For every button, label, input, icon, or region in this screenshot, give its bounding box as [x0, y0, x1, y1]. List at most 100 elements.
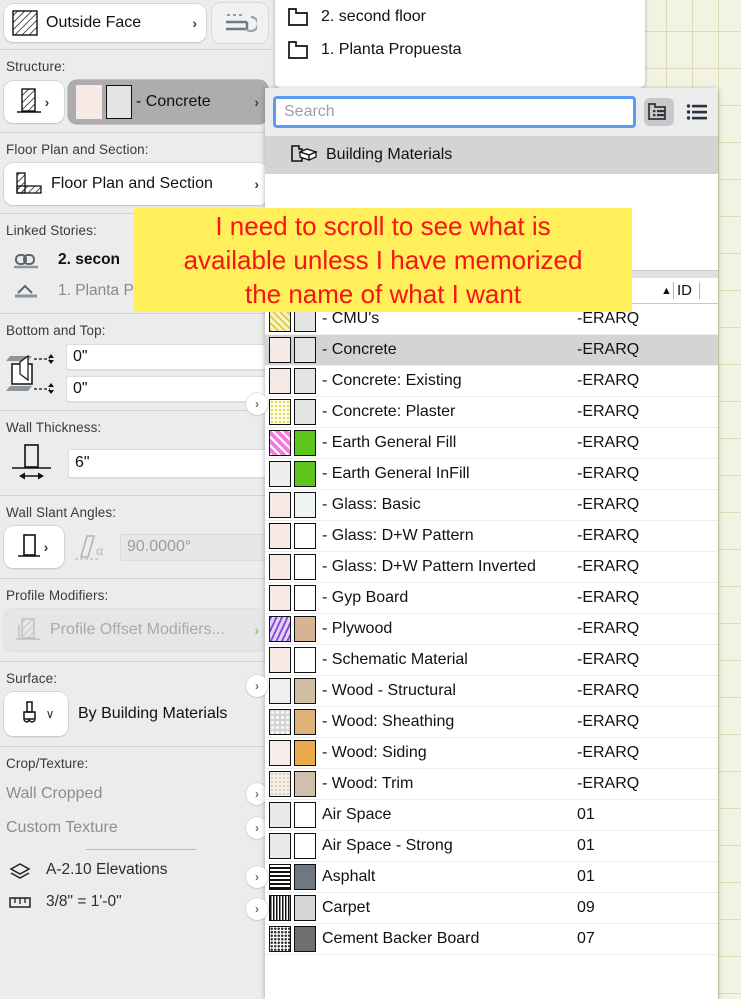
- bottom-top-expand-chevron[interactable]: ›: [246, 393, 268, 415]
- list-view-button[interactable]: [682, 98, 712, 126]
- material-row[interactable]: - Wood: Sheathing -ERARQ: [265, 707, 718, 738]
- material-id: -ERARQ: [577, 434, 640, 451]
- materials-list[interactable]: - CMU's -ERARQ - Concrete -ERARQ - Concrete:…: [265, 304, 718, 999]
- cut-fill-swatch: [269, 709, 291, 735]
- material-name: - Glass: Basic: [322, 496, 421, 513]
- wall-thickness-group-label: Wall Thickness:: [6, 420, 102, 435]
- home-story-icon: [15, 284, 37, 297]
- building-materials-folder-label: Building Materials: [326, 146, 453, 163]
- wall-slant-angle-input[interactable]: 90.0000°: [120, 533, 268, 561]
- surface-type-button[interactable]: ∨: [4, 692, 68, 736]
- chevron-down-icon: ∨: [45, 707, 55, 721]
- material-row[interactable]: - Glass: D+W Pattern -ERARQ: [265, 521, 718, 552]
- material-swatches: [265, 864, 316, 890]
- profile-modifier-expand-chevron[interactable]: ›: [246, 675, 268, 697]
- material-id: -ERARQ: [577, 744, 640, 761]
- floor-plan-section-icon: [16, 172, 42, 194]
- chevron-right-icon: ›: [44, 94, 50, 110]
- material-id: -ERARQ: [577, 372, 640, 389]
- material-row[interactable]: Air Space - Strong 01: [265, 831, 718, 862]
- cut-fill-swatch: [269, 647, 291, 673]
- material-row[interactable]: - Earth General InFill -ERARQ: [265, 459, 718, 490]
- material-row[interactable]: - Schematic Material -ERARQ: [265, 645, 718, 676]
- flip-wall-icon: [226, 14, 257, 33]
- material-row[interactable]: Air Space 01: [265, 800, 718, 831]
- surface-swatch: [294, 337, 316, 363]
- cut-fill-swatch: [269, 895, 291, 921]
- material-row[interactable]: - Wood: Trim -ERARQ: [265, 769, 718, 800]
- material-id: 09: [577, 899, 595, 916]
- material-id: -ERARQ: [577, 465, 640, 482]
- surface-swatch: [294, 771, 316, 797]
- material-row[interactable]: - Concrete: Plaster -ERARQ: [265, 397, 718, 428]
- structure-selected-button[interactable]: - Concrete ›: [68, 80, 268, 124]
- search-placeholder: Search: [284, 103, 335, 120]
- wall-slant-type-button[interactable]: ›: [4, 526, 64, 568]
- outside-face-button[interactable]: Outside Face ›: [4, 4, 206, 42]
- custom-texture-expand-chevron[interactable]: ›: [246, 898, 268, 920]
- material-swatches: [265, 647, 316, 673]
- material-id: 01: [577, 806, 595, 823]
- building-materials-folder-row[interactable]: Building Materials: [265, 136, 718, 174]
- material-swatches: [265, 802, 316, 828]
- layer-row[interactable]: A-2.10 Elevations ›: [0, 854, 272, 886]
- material-row[interactable]: - Wood: Siding -ERARQ: [265, 738, 718, 769]
- wall-cropped-expand-chevron[interactable]: ›: [246, 866, 268, 888]
- wall-cropped-row[interactable]: Wall Cropped ›: [0, 777, 272, 811]
- story-popup-item-1[interactable]: 1. Planta Propuesta: [275, 33, 645, 66]
- material-row[interactable]: Cement Backer Board 07: [265, 924, 718, 955]
- profile-offset-modifiers-button[interactable]: Profile Offset Modifiers... ›: [4, 609, 268, 651]
- surface-row: ∨ By Building Materials: [0, 692, 272, 746]
- material-row[interactable]: - Glass: D+W Pattern Inverted -ERARQ: [265, 552, 718, 583]
- cut-fill-swatch: [76, 85, 102, 119]
- app-root: Outside Face › Structure: › - Concrete ›…: [0, 0, 741, 999]
- tree-view-icon: [648, 103, 666, 120]
- material-row[interactable]: - Glass: Basic -ERARQ: [265, 490, 718, 521]
- tree-view-button[interactable]: [644, 98, 674, 126]
- search-input[interactable]: Search: [273, 96, 636, 128]
- wall-thickness-input[interactable]: 6": [68, 448, 268, 478]
- material-swatches: [265, 430, 316, 456]
- material-swatches: [265, 895, 316, 921]
- story-popup-label: 2. second floor: [321, 7, 426, 25]
- material-row[interactable]: - Concrete: Existing -ERARQ: [265, 366, 718, 397]
- material-id: -ERARQ: [577, 620, 640, 637]
- column-header-id[interactable]: ID: [677, 282, 692, 299]
- story-folder-icon: [288, 7, 308, 26]
- material-name: Air Space: [322, 806, 392, 823]
- material-swatches: [265, 337, 316, 363]
- bottom-offset-input[interactable]: 0": [66, 344, 268, 370]
- cut-fill-swatch: [269, 554, 291, 580]
- top-offset-input[interactable]: 0": [66, 376, 268, 402]
- scale-row[interactable]: 3/8" = 1'-0" ›: [0, 886, 272, 918]
- material-id: 01: [577, 868, 595, 885]
- material-row[interactable]: Asphalt 01: [265, 862, 718, 893]
- layer-label: A-2.10 Elevations: [46, 861, 168, 878]
- surface-swatch: [106, 85, 132, 119]
- material-row[interactable]: - Wood - Structural -ERARQ: [265, 676, 718, 707]
- material-row[interactable]: - Earth General Fill -ERARQ: [265, 428, 718, 459]
- material-name: - Plywood: [322, 620, 393, 637]
- crop-texture-group-label: Crop/Texture:: [6, 756, 89, 771]
- custom-texture-row[interactable]: Custom Texture ›: [0, 811, 272, 845]
- svg-text:α: α: [96, 544, 104, 559]
- material-row[interactable]: - Gyp Board -ERARQ: [265, 583, 718, 614]
- material-swatches: [265, 926, 316, 952]
- cut-fill-swatch: [269, 802, 291, 828]
- story-popup-item-2[interactable]: 2. second floor: [275, 0, 645, 33]
- cut-fill-swatch: [269, 864, 291, 890]
- surface-swatch: [294, 554, 316, 580]
- cut-fill-swatch: [269, 678, 291, 704]
- flip-wall-button[interactable]: [212, 3, 268, 43]
- profile-modifiers-label: Profile Offset Modifiers...: [50, 621, 225, 638]
- chevron-right-icon: ›: [192, 15, 197, 31]
- search-bar: Search: [265, 88, 718, 136]
- chevron-right-icon: ›: [43, 539, 49, 555]
- structure-type-button[interactable]: ›: [4, 81, 64, 123]
- material-row[interactable]: Carpet 09: [265, 893, 718, 924]
- floor-plan-section-button[interactable]: Floor Plan and Section ›: [4, 163, 268, 205]
- material-name: Cement Backer Board: [322, 930, 480, 947]
- material-row[interactable]: - Plywood -ERARQ: [265, 614, 718, 645]
- link-story-icon: [14, 253, 38, 268]
- material-row[interactable]: - Concrete -ERARQ: [265, 335, 718, 366]
